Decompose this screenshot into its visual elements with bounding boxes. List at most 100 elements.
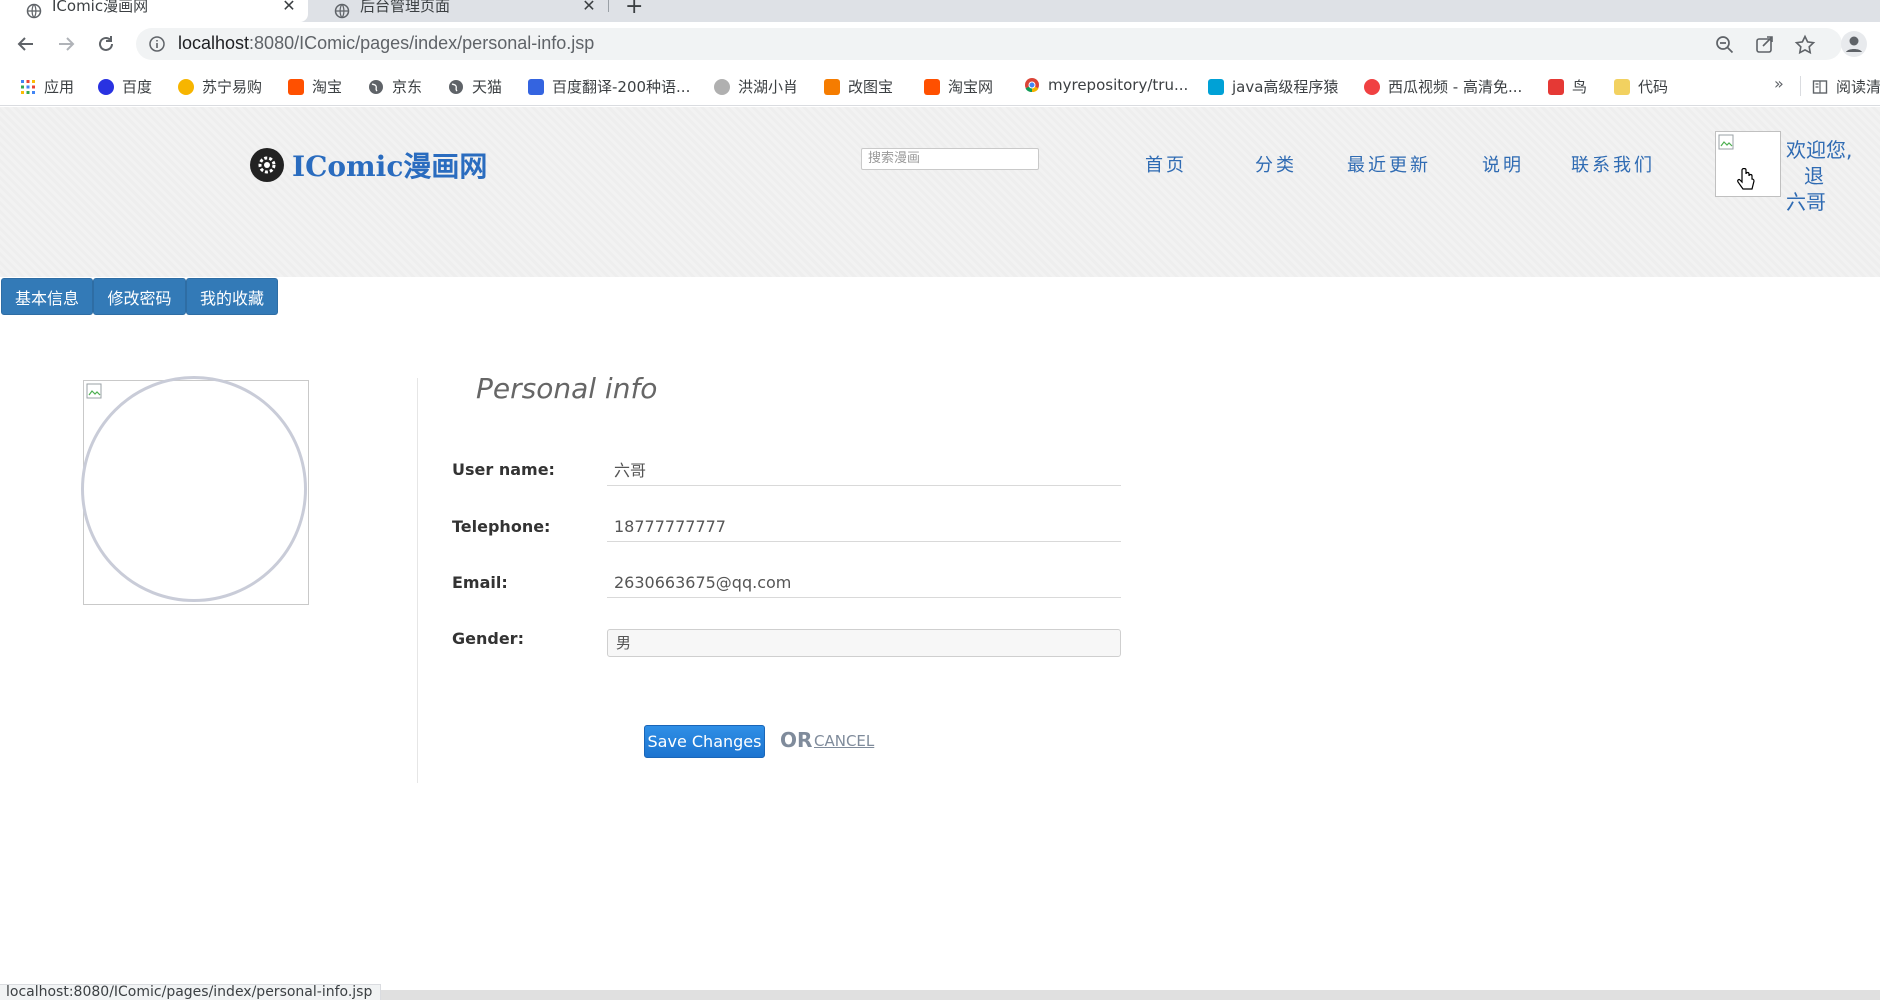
browser-tab-icomic[interactable]: IComic漫画网 ✕ — [0, 0, 308, 22]
bookmark-label: 京东 — [392, 78, 423, 96]
close-tab-icon[interactable]: ✕ — [578, 0, 600, 15]
tab-my-favorites[interactable]: 我的收藏 — [186, 278, 278, 315]
bookmark-label: java高级程序猿 — [1232, 78, 1339, 96]
bookmark-label: 西瓜视频 - 高清免... — [1388, 78, 1523, 96]
bookmark-label: 苏宁易购 — [202, 78, 263, 96]
url-path: :8080/IComic/pages/index/personal-info.j… — [249, 33, 595, 53]
logo-text: IComic漫画网 — [292, 150, 488, 183]
or-separator: OR — [780, 728, 813, 752]
reading-list-label: 阅读清单 — [1836, 78, 1880, 96]
folder-icon — [1614, 78, 1630, 95]
taobao-icon — [924, 78, 940, 95]
tab-title: 后台管理页面 — [360, 0, 451, 15]
zoom-out-icon[interactable] — [1714, 34, 1736, 56]
logo-gear-icon — [250, 148, 284, 182]
bookmark-label: 淘宝网 — [948, 78, 994, 96]
globe-icon — [448, 79, 464, 95]
site-header: IComic漫画网 搜索漫画 首页 分类 最近更新 说明 联系我们 欢迎您,退 … — [0, 107, 1880, 277]
welcome-username[interactable]: 六哥 — [1786, 189, 1880, 215]
email-field[interactable]: 2630663675@qq.com — [607, 568, 1121, 598]
bookmarks-divider — [1800, 76, 1801, 96]
browser-toolbar: localhost:8080/IComic/pages/index/person… — [0, 22, 1880, 66]
nav-contact[interactable]: 联系我们 — [1571, 151, 1655, 177]
username-field[interactable]: 六哥 — [607, 456, 1121, 486]
globe-icon — [368, 79, 384, 95]
status-bar-url: localhost:8080/IComic/pages/index/person… — [0, 984, 382, 1000]
telephone-field[interactable]: 18777777777 — [607, 512, 1121, 542]
email-label: Email: — [452, 573, 508, 592]
bird-red-icon — [1548, 78, 1564, 95]
share-icon[interactable] — [1754, 34, 1776, 56]
bookmark-label: 百度翻译-200种语... — [552, 78, 691, 96]
more-bookmarks-icon[interactable]: » — [1774, 74, 1784, 93]
gender-label: Gender: — [452, 629, 524, 648]
bookmark-label: 鸟 — [1572, 78, 1588, 96]
apps-grid-icon — [20, 79, 36, 95]
back-arrow-icon[interactable] — [12, 30, 40, 58]
bookmark-label: 淘宝 — [312, 78, 343, 96]
url-text: localhost:8080/IComic/pages/index/person… — [178, 33, 594, 54]
bookmark-taobao[interactable]: 淘宝 — [288, 76, 342, 97]
bookmark-apps[interactable]: 应用 — [20, 76, 74, 97]
nav-category[interactable]: 分类 — [1255, 151, 1297, 177]
bookmark-star-icon[interactable] — [1794, 34, 1816, 56]
globe-icon — [26, 3, 42, 19]
browser-tab-admin[interactable]: 后台管理页面 ✕ — [308, 0, 608, 22]
info-icon[interactable] — [148, 35, 166, 53]
broken-image-icon — [86, 383, 104, 401]
bookmark-label: 应用 — [44, 78, 75, 96]
bookmark-label: 天猫 — [472, 78, 503, 96]
bookmark-gaitubao[interactable]: 改图宝 — [824, 76, 893, 97]
bird-icon — [714, 78, 730, 95]
save-changes-button[interactable]: Save Changes — [644, 725, 765, 758]
xigua-icon — [1364, 78, 1380, 95]
tab-change-password[interactable]: 修改密码 — [93, 278, 186, 315]
suning-icon — [178, 78, 194, 95]
bookmark-myrepository[interactable]: myrepository/tru... — [1024, 76, 1188, 94]
comic-search-input[interactable]: 搜索漫画 — [861, 148, 1039, 170]
forward-arrow-icon[interactable] — [52, 30, 80, 58]
reload-icon[interactable] — [92, 30, 120, 58]
bookmark-code[interactable]: 代码 — [1614, 76, 1668, 97]
tab-divider — [608, 0, 609, 12]
bookmark-baidu-translate[interactable]: 百度翻译-200种语... — [528, 76, 690, 97]
bookmark-baidu[interactable]: 百度 — [98, 76, 152, 97]
close-tab-icon[interactable]: ✕ — [278, 0, 300, 15]
hand-cursor-icon — [1737, 168, 1755, 190]
translate-icon — [528, 78, 544, 95]
tab-title: IComic漫画网 — [52, 0, 149, 15]
new-tab-icon[interactable]: + — [625, 0, 643, 19]
user-avatar[interactable] — [1715, 131, 1781, 197]
broken-image-icon — [1718, 134, 1736, 152]
form-title: Personal info — [476, 372, 658, 405]
cancel-link[interactable]: CANCEL — [814, 732, 874, 750]
reading-list[interactable]: 阅读清单 — [1812, 76, 1880, 97]
address-bar[interactable]: localhost:8080/IComic/pages/index/person… — [136, 28, 1842, 60]
profile-avatar-icon[interactable] — [1840, 30, 1868, 58]
logout-link[interactable]: 退 — [1804, 164, 1824, 188]
nav-about[interactable]: 说明 — [1482, 151, 1524, 177]
url-host: localhost — [178, 33, 250, 53]
bookmark-label: 代码 — [1638, 78, 1669, 96]
site-logo[interactable]: IComic漫画网 — [250, 145, 487, 185]
bookmark-niao[interactable]: 鸟 — [1548, 76, 1587, 97]
profile-picture[interactable] — [81, 376, 309, 605]
profile-picture-circle — [81, 376, 307, 602]
bookmark-suning[interactable]: 苏宁易购 — [178, 76, 262, 97]
bookmark-jd[interactable]: 京东 — [368, 76, 422, 97]
bookmark-tmall[interactable]: 天猫 — [448, 76, 502, 97]
tab-basic-info[interactable]: 基本信息 — [1, 278, 93, 315]
gender-select[interactable]: 男 — [607, 629, 1121, 657]
bookmark-xigua[interactable]: 西瓜视频 - 高清免... — [1364, 76, 1522, 97]
nav-recent-updates[interactable]: 最近更新 — [1347, 151, 1431, 177]
reading-list-icon — [1812, 79, 1828, 95]
bilibili-icon — [1208, 78, 1224, 95]
vertical-divider — [417, 378, 418, 783]
bookmark-java[interactable]: java高级程序猿 — [1208, 76, 1338, 97]
bookmark-honghu[interactable]: 洪湖小肖 — [714, 76, 798, 97]
nav-home[interactable]: 首页 — [1145, 151, 1187, 177]
welcome-greeting: 欢迎您, — [1786, 138, 1853, 162]
globe-icon — [334, 3, 350, 19]
bookmarks-bar: 应用 百度 苏宁易购 淘宝 京东 天猫 百度翻译-200种语... 洪湖小肖 改… — [0, 66, 1880, 106]
bookmark-taobao-net[interactable]: 淘宝网 — [924, 76, 993, 97]
